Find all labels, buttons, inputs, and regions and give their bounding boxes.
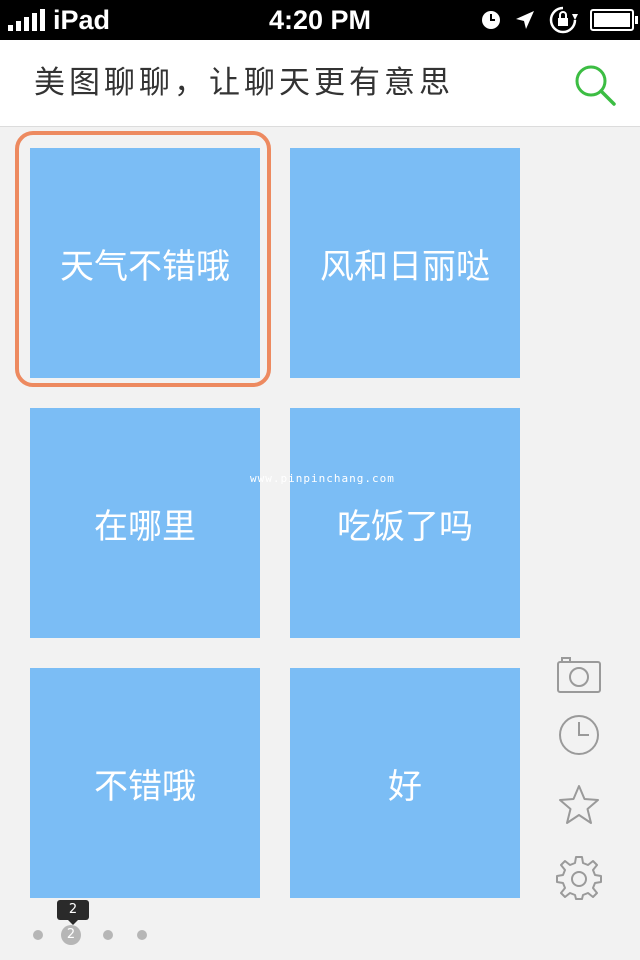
phrase-tile-4[interactable]: 吃饭了吗 <box>290 408 520 638</box>
page-tooltip: 2 <box>57 900 89 925</box>
star-icon[interactable] <box>556 782 602 828</box>
phrase-label: 吃饭了吗 <box>337 506 473 547</box>
battery-icon <box>590 9 638 31</box>
status-icons <box>480 0 638 40</box>
location-arrow-icon <box>516 11 534 29</box>
rotation-lock-icon <box>549 6 578 34</box>
page-indicator: 2 2 <box>0 900 640 960</box>
clock-icon[interactable] <box>556 712 602 758</box>
phrase-tile-5[interactable]: 不错哦 <box>30 668 260 898</box>
phrase-label: 在哪里 <box>94 506 196 547</box>
watermark: www.pinpinchang.com <box>250 472 395 485</box>
app-slogan: 美图聊聊，让聊天更有意思 <box>34 65 454 101</box>
alarm-clock-icon <box>482 11 500 29</box>
phrase-label: 好 <box>388 766 422 807</box>
header: 美图聊聊，让聊天更有意思 <box>0 40 640 127</box>
search-icon[interactable] <box>572 62 618 108</box>
carrier-label: iPad <box>53 4 111 35</box>
phrase-label: 天气不错哦 <box>60 246 230 287</box>
phrase-tile-6[interactable]: 好 <box>290 668 520 898</box>
phrase-label: 不错哦 <box>94 766 196 807</box>
phrase-tile-1[interactable]: 天气不错哦 <box>30 148 260 378</box>
phrase-tile-3[interactable]: 在哪里 <box>30 408 260 638</box>
page-dot-current[interactable]: 2 <box>61 925 81 945</box>
phrase-tile-2[interactable]: 风和日丽哒 <box>290 148 520 378</box>
carrier: iPad <box>8 0 110 40</box>
page-dot-1[interactable] <box>33 930 43 940</box>
status-bar: iPad 4:20 PM <box>0 0 640 40</box>
phrase-label: 风和日丽哒 <box>320 246 490 287</box>
page-dot-3[interactable] <box>103 930 113 940</box>
page-dot-4[interactable] <box>137 930 147 940</box>
gear-icon[interactable] <box>556 854 602 900</box>
camera-icon[interactable] <box>556 652 602 698</box>
signal-strength-icon <box>8 9 45 31</box>
